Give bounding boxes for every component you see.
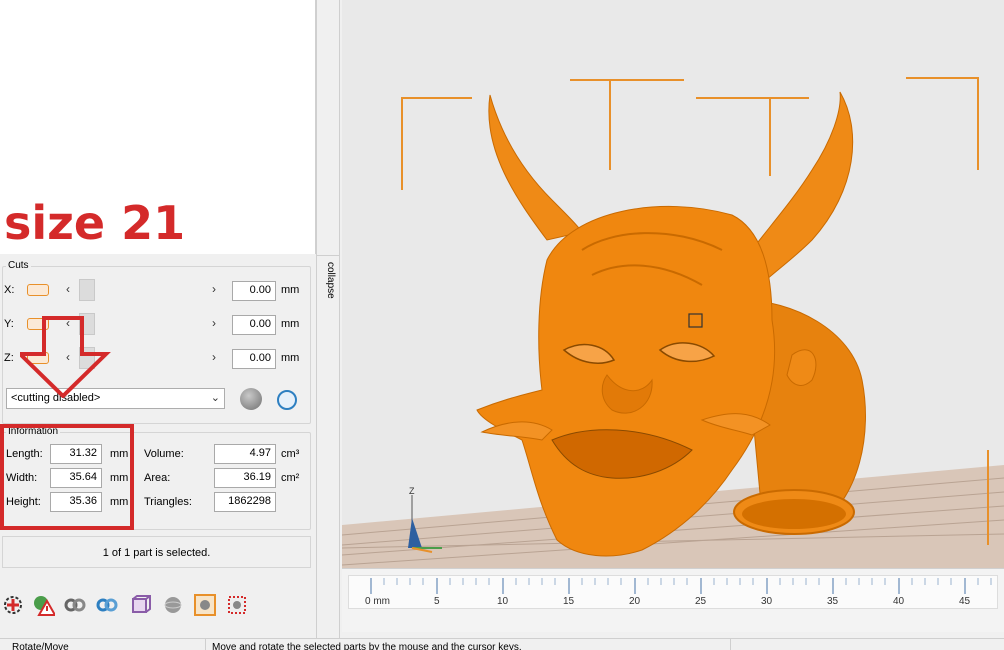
cut-apply-button[interactable] (240, 388, 262, 410)
volume-label: Volume: (144, 448, 184, 460)
cut-z-unit: mm (281, 352, 300, 364)
status-separator (730, 639, 731, 650)
area-unit: cm² (281, 472, 300, 484)
collapse-divider (316, 255, 340, 256)
gear-cross-icon[interactable] (2, 594, 24, 616)
status-bar: Rotate/Move Move and rotate the selected… (0, 638, 1004, 650)
arrow-down-annotation-icon (20, 316, 111, 398)
collapse-button[interactable]: collapse (320, 262, 336, 312)
cut-y-unit: mm (281, 318, 300, 330)
area-value: 36.19 (214, 468, 276, 488)
cut-x-toggle[interactable] (27, 284, 49, 296)
circle-square-icon[interactable] (194, 594, 216, 616)
link-icon[interactable] (64, 594, 86, 616)
app-window: size 21 Cuts X: ‹ › 0.00 mm Y: ‹ › 0.00 … (0, 0, 1004, 650)
triangles-value: 1862298 (214, 492, 276, 512)
chevron-down-icon: ⌄ (210, 392, 220, 404)
collapse-strip[interactable] (316, 0, 340, 638)
cut-x-slider[interactable]: ‹ › (62, 279, 228, 301)
chevron-right-icon[interactable]: › (212, 350, 216, 364)
ruler-tick-label: 10 (497, 596, 509, 607)
ruler-panel: 0 mm 5 10 15 20 25 30 35 40 45 (342, 568, 1004, 632)
cut-y-input[interactable]: 0.00 (232, 315, 276, 335)
viewport-scene: Z (342, 77, 1004, 568)
axis-z-label: Z (409, 486, 415, 496)
volume-unit: cm³ (281, 448, 300, 460)
status-separator (205, 639, 206, 650)
cut-x-input[interactable]: 0.00 (232, 281, 276, 301)
ruler-tick-label: 45 (959, 596, 971, 607)
status-mode: Rotate/Move (12, 642, 69, 650)
size-annotation: size 21 (4, 196, 186, 250)
cut-x-unit: mm (281, 284, 300, 296)
link-blue-icon[interactable] (96, 594, 118, 616)
status-hint: Move and rotate the selected parts by th… (212, 642, 522, 650)
ruler-tick-label: 20 (629, 596, 641, 607)
selection-status: 1 of 1 part is selected. (2, 536, 311, 568)
chevron-left-icon[interactable]: ‹ (66, 282, 70, 296)
3d-viewport[interactable]: Z (342, 0, 1004, 568)
ruler-tick-label: 40 (893, 596, 905, 607)
volume-value: 4.97 (214, 444, 276, 464)
triangles-label: Triangles: (144, 496, 192, 508)
ruler-tick-label: 25 (695, 596, 707, 607)
ruler-zero-label: 0 mm (365, 596, 390, 607)
cut-x-label: X: (4, 284, 15, 296)
reset-icon[interactable] (277, 390, 297, 410)
ruler-tick-label: 30 (761, 596, 773, 607)
ruler: 0 mm 5 10 15 20 25 30 35 40 45 (348, 575, 998, 609)
area-label: Area: (144, 472, 171, 484)
sphere-icon[interactable] (162, 594, 184, 616)
cut-z-input[interactable]: 0.00 (232, 349, 276, 369)
left-panel: size 21 Cuts X: ‹ › 0.00 mm Y: ‹ › 0.00 … (0, 0, 316, 638)
chevron-right-icon[interactable]: › (212, 316, 216, 330)
highlight-box-annotation (0, 424, 134, 530)
cut-y-label: Y: (4, 318, 14, 330)
warning-globe-icon[interactable] (33, 594, 55, 616)
cut-z-label: Z: (4, 352, 14, 364)
cube-outline-icon[interactable] (130, 594, 152, 616)
chevron-right-icon[interactable]: › (212, 282, 216, 296)
bottom-toolbar (0, 590, 316, 620)
ruler-tick-label: 35 (827, 596, 839, 607)
slider-thumb[interactable] (79, 279, 95, 301)
ruler-tick-label: 5 (434, 596, 440, 607)
oni-mask-model[interactable] (476, 91, 866, 557)
ruler-tick-label: 15 (563, 596, 575, 607)
cuts-title: Cuts (6, 260, 31, 271)
grid-red-icon[interactable] (226, 594, 248, 616)
